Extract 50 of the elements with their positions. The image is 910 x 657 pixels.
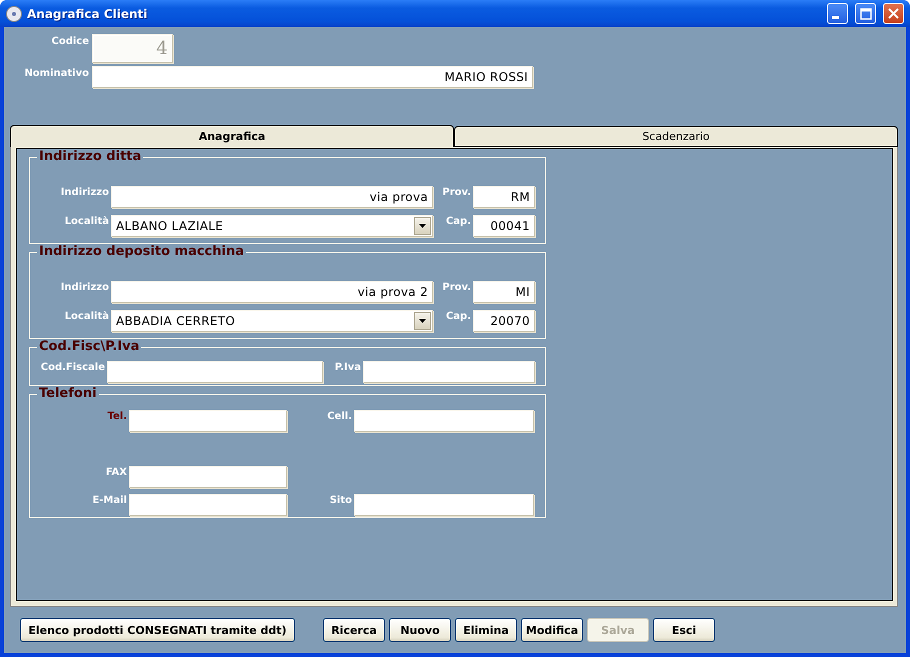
text-field[interactable]: via prova <box>111 186 433 208</box>
field-label: Prov. <box>441 186 472 198</box>
field-label: Cap. <box>444 310 472 322</box>
field-label: Codice <box>50 35 89 47</box>
field-label: Nominativo <box>23 67 89 79</box>
field-label: Località <box>64 310 110 322</box>
text-field[interactable]: RM <box>473 186 535 208</box>
tab[interactable]: Scadenzario <box>454 126 898 147</box>
name-field[interactable]: MARIO ROSSI <box>92 66 533 88</box>
disc-icon <box>6 6 22 22</box>
action-button[interactable]: Elenco prodotti CONSEGNATI tramite ddt) <box>20 618 295 642</box>
text-field[interactable] <box>129 410 287 432</box>
text-field[interactable] <box>354 410 534 432</box>
field-label: Prov. <box>441 281 472 293</box>
text-field[interactable] <box>363 361 535 383</box>
minimize-icon <box>832 16 839 19</box>
field-label: Località <box>64 215 110 227</box>
text-field[interactable]: 20070 <box>473 310 535 332</box>
field-label: Sito <box>328 494 353 506</box>
tab[interactable]: Anagrafica <box>10 125 454 147</box>
action-button[interactable]: Esci <box>653 618 715 642</box>
text-field[interactable]: 00041 <box>473 215 535 237</box>
field-label: Tel. <box>106 410 128 422</box>
close-button[interactable] <box>883 3 904 24</box>
text-field[interactable]: MI <box>473 281 535 303</box>
location-dropdown[interactable]: ALBANO LAZIALE <box>111 215 433 237</box>
text-field[interactable] <box>129 466 287 488</box>
window-title: Anagrafica Clienti <box>27 6 148 20</box>
field-label: P.Iva <box>334 361 362 373</box>
text-field[interactable] <box>107 361 323 383</box>
maximize-button[interactable] <box>855 3 876 24</box>
text-field[interactable] <box>354 494 534 516</box>
group-title: Indirizzo deposito macchina <box>37 244 246 260</box>
field-label: Cap. <box>444 215 472 227</box>
location-dropdown[interactable]: ABBADIA CERRETO <box>111 310 433 332</box>
field-label: Indirizzo <box>60 186 110 198</box>
close-icon <box>888 8 899 19</box>
text-field[interactable]: via prova 2 <box>111 281 433 303</box>
field-label: Cod.Fiscale <box>40 361 106 373</box>
action-button[interactable]: Ricerca <box>323 618 385 642</box>
text-field[interactable] <box>129 494 287 516</box>
field-label: Cell. <box>326 410 353 422</box>
action-button[interactable]: Nuovo <box>389 618 451 642</box>
action-button[interactable]: Elimina <box>455 618 517 642</box>
maximize-icon <box>860 8 872 20</box>
field-label: E-Mail <box>91 494 128 506</box>
field-label: Indirizzo <box>60 281 110 293</box>
action-button[interactable]: Modifica <box>521 618 583 642</box>
field-label: FAX <box>104 466 128 478</box>
minimize-button[interactable] <box>827 3 848 24</box>
